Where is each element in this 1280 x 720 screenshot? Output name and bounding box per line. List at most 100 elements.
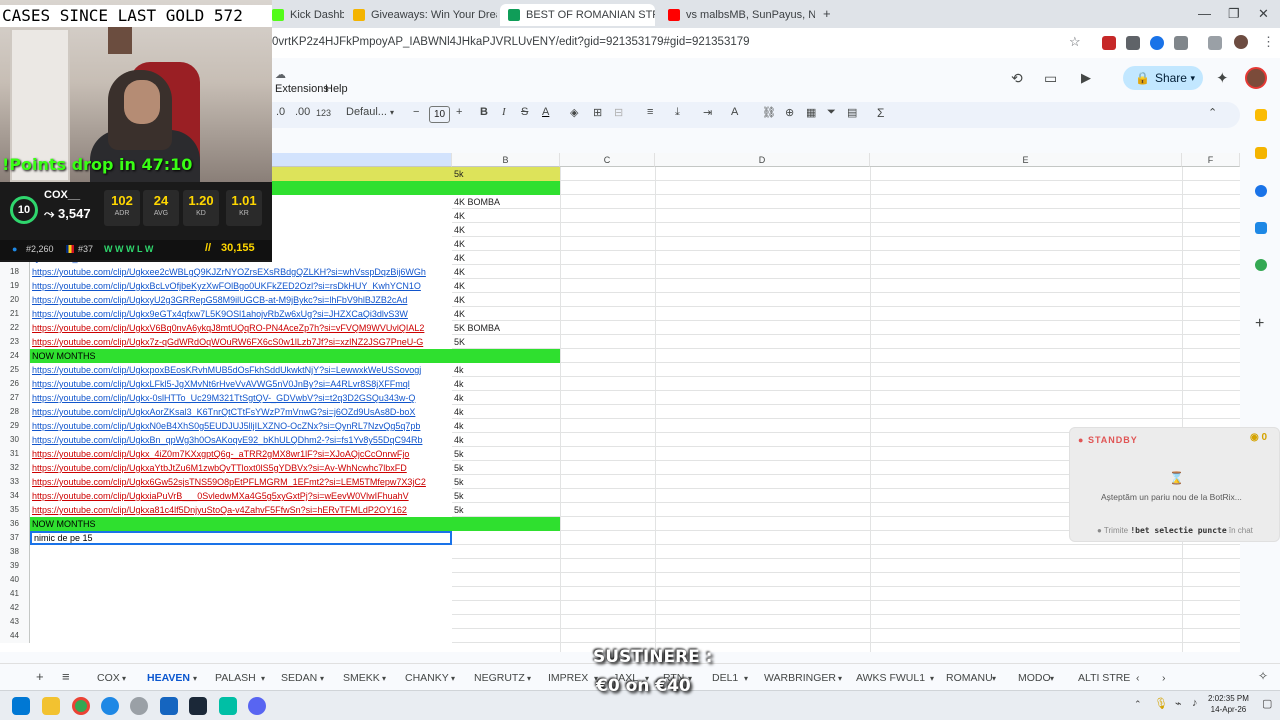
column-header-f[interactable]: F (1182, 153, 1240, 167)
chrome-icon[interactable] (72, 697, 90, 715)
quality-cell[interactable]: 4k (452, 391, 560, 405)
link-cell[interactable] (30, 615, 452, 629)
scroll-tabs-left-icon[interactable]: ‹ (1136, 672, 1140, 684)
quality-cell[interactable] (452, 349, 560, 363)
sheet-tab[interactable]: ROMANU (946, 672, 993, 684)
add-addon-icon[interactable]: + (1255, 315, 1264, 333)
sheet-tab[interactable]: HEAVEN (147, 672, 190, 684)
table-row[interactable]: 42 (0, 601, 1240, 615)
steam-icon[interactable] (189, 697, 207, 715)
microphone-icon[interactable]: 🎙 (1154, 697, 1168, 710)
add-sheet-button[interactable]: + (36, 669, 44, 684)
chevron-down-icon[interactable]: ▾ (992, 674, 996, 683)
quality-cell[interactable] (452, 181, 560, 195)
extensions-puzzle-icon[interactable] (1174, 36, 1188, 50)
link-cell[interactable] (30, 629, 452, 643)
table-row[interactable]: 37 nimic de pe 15 (0, 531, 1240, 545)
quality-cell[interactable]: 4k (452, 377, 560, 391)
font-size-input[interactable]: 10 (429, 106, 450, 123)
extension-icon[interactable] (1102, 36, 1116, 50)
chevron-down-icon[interactable]: ▾ (744, 674, 748, 683)
quality-cell[interactable]: 4k (452, 405, 560, 419)
table-row[interactable]: 44 (0, 629, 1240, 643)
vertical-align-icon[interactable]: ⤓ (675, 106, 680, 119)
table-row[interactable]: 32 https://youtube.com/clip/UgkxaYtbJtZu6… (0, 461, 1240, 475)
quality-cell[interactable]: 4K (452, 279, 560, 293)
sheet-tab[interactable]: CHANKY (405, 672, 449, 684)
quality-cell[interactable]: 5k (452, 167, 560, 181)
insert-link-icon[interactable]: ⛓ (762, 106, 776, 119)
sheet-tab[interactable]: NEGRUTZ (474, 672, 525, 684)
quality-cell[interactable]: 4K (452, 209, 560, 223)
link-cell[interactable]: https://youtube.com/clip/UgkxN0eB4XhS0g5… (30, 419, 452, 433)
font-family-select[interactable]: Defaul... (346, 106, 387, 118)
table-row[interactable]: 18 https://youtube.com/clip/Ugkxee2cWBLgQ… (0, 265, 1240, 279)
link-cell[interactable]: https://youtube.com/clip/Ugkx7z-qGdWRdOq… (30, 335, 452, 349)
contacts-icon[interactable] (1255, 222, 1267, 234)
row-number[interactable]: 26 (0, 377, 30, 391)
show-hidden-icons[interactable]: ⌃ (1134, 699, 1142, 710)
table-row[interactable]: 22 https://youtube.com/clip/UgkxV6Bq0nvA6… (0, 321, 1240, 335)
row-number[interactable]: 44 (0, 629, 30, 643)
table-row[interactable]: 35 https://youtube.com/clip/Ugkxa81c4lf5D… (0, 503, 1240, 517)
table-row[interactable]: 28 https://youtube.com/clip/UgkxAorZKsal3… (0, 405, 1240, 419)
table-row[interactable]: 21 https://youtube.com/clip/Ugkx9eGTx4qfx… (0, 307, 1240, 321)
column-header-e[interactable]: E (870, 153, 1182, 167)
row-number[interactable]: 18 (0, 265, 30, 279)
table-row[interactable]: 30 https://youtube.com/clip/UgkxBn_qpWg3h… (0, 433, 1240, 447)
quality-cell[interactable]: 4K (452, 293, 560, 307)
comments-icon[interactable]: ▭ (1044, 70, 1057, 87)
table-row[interactable]: 41 (0, 587, 1240, 601)
all-sheets-button[interactable]: ≡ (62, 669, 70, 684)
reading-list-icon[interactable] (1208, 36, 1222, 50)
link-cell[interactable] (30, 587, 452, 601)
link-cell[interactable]: https://youtube.com/clip/UgkxLFkl5-JgXMv… (30, 377, 452, 391)
link-cell[interactable]: https://youtube.com/clip/Ugkx9eGTx4qfxw7… (30, 307, 452, 321)
quality-cell[interactable]: 4K BOMBA (452, 195, 560, 209)
row-number[interactable]: 32 (0, 461, 30, 475)
quality-cell[interactable] (452, 545, 560, 559)
chevron-down-icon[interactable]: ▾ (1190, 73, 1195, 84)
quality-cell[interactable]: 5k (452, 461, 560, 475)
table-row[interactable]: 34 https://youtube.com/clip/UgkxiaPuVrB__… (0, 489, 1240, 503)
row-number[interactable]: 42 (0, 601, 30, 615)
extension-icon[interactable] (1150, 36, 1164, 50)
quality-cell[interactable]: 4K (452, 307, 560, 321)
row-number[interactable]: 25 (0, 363, 30, 377)
text-rotation-icon[interactable]: A (731, 106, 738, 118)
sheet-tab[interactable]: PALASH (215, 672, 256, 684)
table-row[interactable]: 25 https://youtube.com/clip/UgkxpoxBEosKR… (0, 363, 1240, 377)
minimize-icon[interactable]: — (1198, 6, 1211, 21)
quality-cell[interactable]: 5k (452, 447, 560, 461)
share-button[interactable]: 🔒 Share ▾ (1123, 66, 1203, 90)
quality-cell[interactable]: 4K (452, 265, 560, 279)
row-number[interactable]: 31 (0, 447, 30, 461)
chevron-down-icon[interactable]: ▾ (193, 674, 197, 683)
column-header-b[interactable]: B (452, 153, 560, 167)
sheet-tab[interactable]: SEDAN (281, 672, 317, 684)
font-size-decrease-icon[interactable]: − (413, 106, 419, 118)
table-row[interactable]: 43 (0, 615, 1240, 629)
link-cell[interactable]: https://youtube.com/clip/UgkxiaPuVrB___0… (30, 489, 452, 503)
row-number[interactable]: 37 (0, 531, 30, 545)
notifications-icon[interactable]: ▢ (1262, 697, 1272, 710)
volume-icon[interactable]: ♪ (1192, 697, 1198, 709)
strikethrough-icon[interactable]: S (521, 106, 528, 118)
column-header-d[interactable]: D (655, 153, 870, 167)
quality-cell[interactable]: 4k (452, 419, 560, 433)
sheet-tab[interactable]: DEL1 (712, 672, 738, 684)
row-number[interactable]: 34 (0, 489, 30, 503)
taskbar-clock[interactable]: 2:02:35 PM 14-Apr-26 (1208, 693, 1249, 715)
link-cell[interactable]: https://youtube.com/clip/Ugkx-0slHTTo_Uc… (30, 391, 452, 405)
account-avatar[interactable] (1245, 67, 1267, 89)
bold-button[interactable]: B (480, 106, 488, 118)
quality-cell[interactable] (452, 531, 560, 545)
quality-cell[interactable] (452, 517, 560, 531)
insert-comment-icon[interactable]: ⊕ (785, 106, 794, 119)
link-cell[interactable]: nimic de pe 15 (30, 531, 452, 545)
chevron-down-icon[interactable]: ▾ (320, 674, 324, 683)
quality-cell[interactable]: 4K (452, 251, 560, 265)
url-field[interactable]: 0vrtKP2z4HJFkPmpoyAP_IABWNl4JHkaPJVRLUvE… (272, 36, 750, 48)
chevron-down-icon[interactable]: ▾ (1050, 674, 1054, 683)
functions-button[interactable]: Σ (877, 106, 884, 120)
